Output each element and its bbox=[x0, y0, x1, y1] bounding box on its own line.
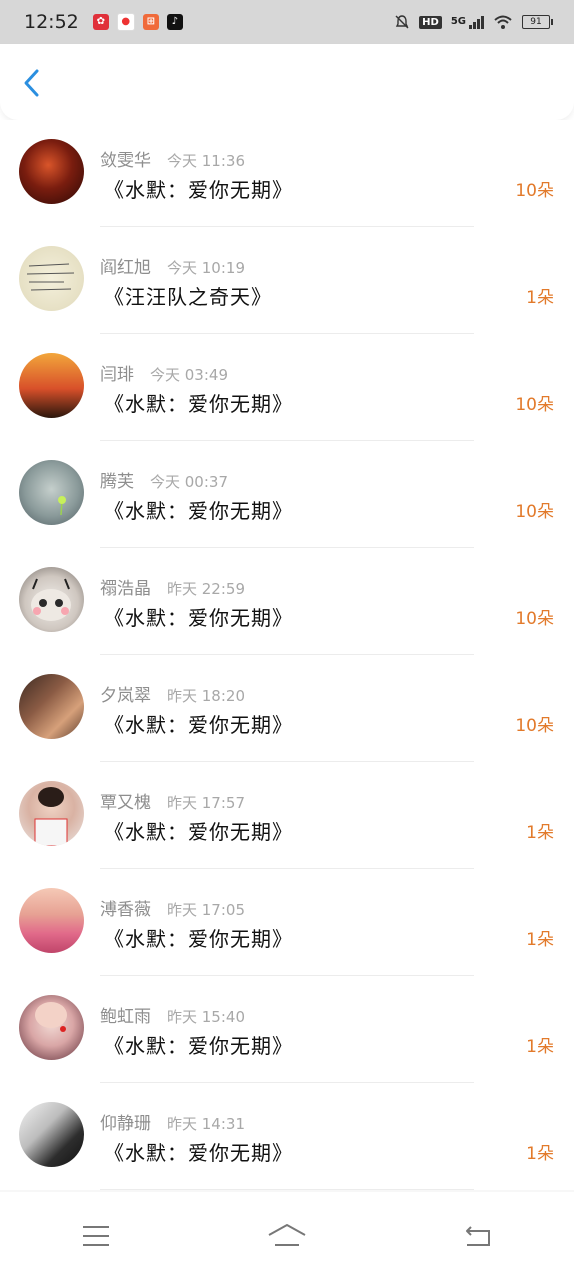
send-time: 昨天 18:20 bbox=[167, 687, 245, 705]
list-item[interactable]: 夕岚翠 昨天 18:20 《水默：爱你无期》 10朵 bbox=[0, 655, 574, 762]
wifi-icon bbox=[494, 15, 512, 29]
status-bar: 12:52 ✿ ● ⊞ ♪ HD 5G 91 bbox=[0, 0, 574, 44]
send-time: 昨天 22:59 bbox=[167, 580, 245, 598]
avatar[interactable] bbox=[19, 781, 84, 846]
list-item[interactable]: 鲍虹雨 昨天 15:40 《水默：爱你无期》 1朵 bbox=[0, 976, 574, 1083]
list-item[interactable]: 仰静珊 昨天 14:31 《水默：爱你无期》 1朵 bbox=[0, 1083, 574, 1190]
send-time: 昨天 17:57 bbox=[167, 794, 245, 812]
app-icon-red: ✿ bbox=[92, 14, 109, 30]
song-title: 《水默：爱你无期》 bbox=[104, 1034, 293, 1058]
sender-name: 鲍虹雨 bbox=[100, 1007, 151, 1027]
song-title: 《水默：爱你无期》 bbox=[104, 1141, 293, 1165]
cat-face bbox=[31, 578, 71, 621]
song-title: 《水默：爱你无期》 bbox=[104, 713, 293, 737]
header-bar bbox=[0, 44, 574, 120]
system-nav-bar bbox=[0, 1192, 574, 1280]
sender-name: 敛雯华 bbox=[100, 151, 151, 171]
handwriting-lines bbox=[26, 263, 75, 291]
flower-count: 1朵 bbox=[526, 930, 554, 950]
avatar[interactable] bbox=[19, 246, 84, 311]
send-time: 今天 03:49 bbox=[150, 366, 228, 384]
return-icon bbox=[466, 1226, 491, 1246]
chevron-left-icon bbox=[24, 69, 39, 97]
list-item[interactable]: 覃又槐 昨天 17:57 《水默：爱你无期》 1朵 bbox=[0, 762, 574, 869]
home-button[interactable] bbox=[257, 1206, 317, 1266]
hd-badge: HD bbox=[419, 15, 442, 29]
avatar[interactable] bbox=[19, 1102, 84, 1167]
avatar[interactable] bbox=[19, 139, 84, 204]
flower-count: 10朵 bbox=[515, 395, 554, 415]
notification-icons: ✿ ● ⊞ ♪ bbox=[92, 13, 183, 31]
sender-name: 覃又槐 bbox=[100, 793, 151, 813]
song-title: 《水默：爱你无期》 bbox=[104, 606, 293, 630]
battery-indicator: 91 bbox=[522, 15, 553, 29]
sender-name: 仰静珊 bbox=[100, 1114, 151, 1134]
home-icon bbox=[268, 1224, 306, 1246]
player-figure bbox=[34, 787, 68, 846]
heart-sprout bbox=[58, 496, 66, 516]
menu-button[interactable] bbox=[66, 1206, 126, 1266]
list-item[interactable]: 禤浩晶 昨天 22:59 《水默：爱你无期》 10朵 bbox=[0, 548, 574, 655]
return-button[interactable] bbox=[448, 1206, 508, 1266]
singer-figure bbox=[35, 1002, 67, 1032]
menu-icon bbox=[82, 1226, 109, 1246]
avatar[interactable] bbox=[19, 567, 84, 632]
send-time: 昨天 15:40 bbox=[167, 1008, 245, 1026]
song-title: 《水默：爱你无期》 bbox=[104, 927, 293, 951]
avatar[interactable] bbox=[19, 674, 84, 739]
sender-name: 阎红旭 bbox=[100, 258, 151, 278]
song-title: 《水默：爱你无期》 bbox=[104, 178, 293, 202]
flower-count: 1朵 bbox=[526, 288, 554, 308]
flower-count: 1朵 bbox=[526, 1144, 554, 1164]
list-item[interactable]: 敛雯华 今天 11:36 《水默：爱你无期》 10朵 bbox=[0, 120, 574, 227]
send-time: 今天 10:19 bbox=[167, 259, 245, 277]
list-item[interactable]: 腾芙 今天 00:37 《水默：爱你无期》 10朵 bbox=[0, 441, 574, 548]
list-item[interactable]: 闫琲 今天 03:49 《水默：爱你无期》 10朵 bbox=[0, 334, 574, 441]
song-title: 《汪汪队之奇天》 bbox=[104, 285, 272, 309]
list-item[interactable]: 阎红旭 今天 10:19 《汪汪队之奇天》 1朵 bbox=[0, 227, 574, 334]
sender-name: 闫琲 bbox=[100, 365, 134, 385]
sender-name: 溥香薇 bbox=[100, 900, 151, 920]
send-time: 昨天 17:05 bbox=[167, 901, 245, 919]
signal-indicator: 5G bbox=[450, 15, 484, 29]
list-item[interactable]: 溥香薇 昨天 17:05 《水默：爱你无期》 1朵 bbox=[0, 869, 574, 976]
mute-bell-icon bbox=[395, 15, 409, 29]
network-label: 5G bbox=[450, 15, 466, 27]
avatar[interactable] bbox=[19, 888, 84, 953]
status-time: 12:52 bbox=[24, 11, 79, 33]
app-icon-pin: ● bbox=[116, 13, 135, 31]
back-button[interactable] bbox=[18, 66, 48, 100]
sender-name: 禤浩晶 bbox=[100, 579, 151, 599]
avatar[interactable] bbox=[19, 353, 84, 418]
flower-count: 1朵 bbox=[526, 1037, 554, 1057]
flower-count: 1朵 bbox=[526, 823, 554, 843]
song-title: 《水默：爱你无期》 bbox=[104, 392, 293, 416]
avatar[interactable] bbox=[19, 460, 84, 525]
sender-name: 腾芙 bbox=[100, 472, 134, 492]
avatar[interactable] bbox=[19, 995, 84, 1060]
app-icon-orange: ⊞ bbox=[142, 14, 159, 30]
song-title: 《水默：爱你无期》 bbox=[104, 820, 293, 844]
send-time: 昨天 14:31 bbox=[167, 1115, 245, 1133]
flower-count: 10朵 bbox=[515, 502, 554, 522]
send-time: 今天 11:36 bbox=[167, 152, 245, 170]
flower-count: 10朵 bbox=[515, 716, 554, 736]
sender-name: 夕岚翠 bbox=[100, 686, 151, 706]
status-indicators: HD 5G 91 bbox=[394, 14, 553, 30]
gift-record-list: 敛雯华 今天 11:36 《水默：爱你无期》 10朵 阎红旭 今天 10:19 《汪… bbox=[0, 120, 574, 1192]
send-time: 今天 00:37 bbox=[150, 473, 228, 491]
song-title: 《水默：爱你无期》 bbox=[104, 499, 293, 523]
flower-count: 10朵 bbox=[515, 609, 554, 629]
flower-count: 10朵 bbox=[515, 181, 554, 201]
app-icon-tiktok: ♪ bbox=[166, 14, 183, 30]
